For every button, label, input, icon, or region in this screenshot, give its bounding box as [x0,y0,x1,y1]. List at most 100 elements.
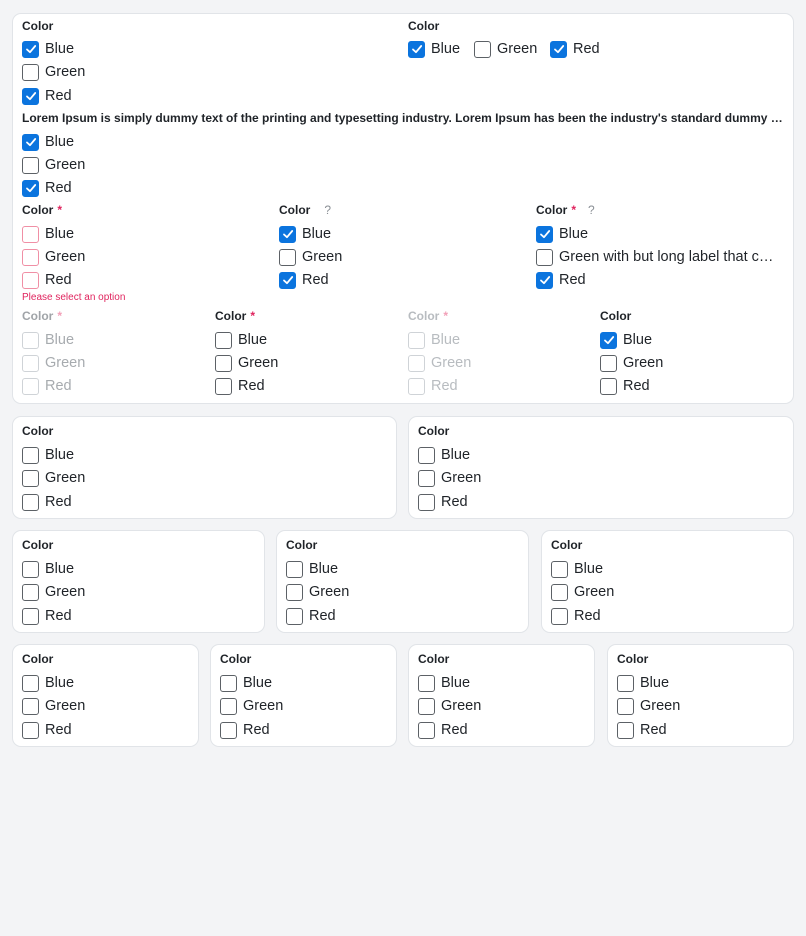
checkbox-unchecked-icon[interactable] [220,697,237,715]
checkbox-unchecked-icon[interactable] [286,607,303,625]
checkbox-unchecked-icon[interactable] [22,446,39,464]
checkbox-blue[interactable]: Blue [279,225,331,243]
checkbox-unchecked-icon[interactable] [418,697,435,715]
checkbox-unchecked-icon[interactable] [286,583,303,601]
checkbox-blue[interactable]: Blue [408,40,460,58]
checkbox-checked-icon[interactable] [600,331,617,349]
checkbox-blue[interactable]: Blue [551,560,603,578]
help-icon[interactable]: ? [324,202,331,218]
checkbox-checked-icon[interactable] [22,133,39,151]
checkbox-unchecked-icon[interactable] [22,607,39,625]
checkbox-blue[interactable]: Blue [536,225,588,243]
checkbox-green[interactable]: Green [22,697,85,715]
checkbox-unchecked-icon[interactable] [22,697,39,715]
checkbox-green[interactable]: Green [22,583,85,601]
checkbox-unchecked-icon[interactable] [617,674,634,692]
checkbox-checked-icon[interactable] [408,40,425,58]
checkbox-red[interactable]: Red [550,40,600,58]
checkbox-red[interactable]: Red [418,493,468,511]
checkbox-blue[interactable]: Blue [286,560,338,578]
checkbox-unchecked-icon[interactable] [418,674,435,692]
checkbox-blue[interactable]: Blue [22,133,74,151]
checkbox-red[interactable]: Red [551,607,601,625]
checkbox-checked-icon[interactable] [279,225,296,243]
checkbox-checked-icon[interactable] [22,87,39,105]
checkbox-checked-icon[interactable] [550,40,567,58]
checkbox-red[interactable]: Red [418,721,468,739]
checkbox-unchecked-icon[interactable] [22,469,39,487]
checkbox-red[interactable]: Red [22,607,72,625]
checkbox-green[interactable]: Green [474,40,537,58]
checkbox-green[interactable]: Green [286,583,349,601]
checkbox-unchecked-icon[interactable] [22,674,39,692]
checkbox-green[interactable]: Green [22,156,85,174]
checkbox-green[interactable]: Green [279,248,342,266]
help-icon[interactable]: ? [588,202,595,218]
checkbox-blue[interactable]: Blue [220,674,272,692]
checkbox-red[interactable]: Red [536,271,586,289]
checkbox-unchecked-icon[interactable] [474,40,491,58]
checkbox-unchecked-icon[interactable] [215,354,232,372]
checkbox-checked-icon[interactable] [22,179,39,197]
checkbox-red[interactable]: Red [215,377,265,395]
checkbox-blue[interactable]: Blue [22,674,74,692]
checkbox-unchecked-icon[interactable] [536,248,553,266]
checkbox-unchecked-icon[interactable] [418,721,435,739]
checkbox-blue[interactable]: Blue [418,674,470,692]
checkbox-green[interactable]: Green [22,248,85,266]
checkbox-green[interactable]: Green [22,469,85,487]
checkbox-unchecked-icon[interactable] [22,583,39,601]
checkbox-unchecked-icon[interactable] [22,721,39,739]
checkbox-checked-icon[interactable] [279,271,296,289]
checkbox-unchecked-icon[interactable] [418,469,435,487]
checkbox-unchecked-icon[interactable] [220,721,237,739]
checkbox-red[interactable]: Red [22,271,72,289]
checkbox-unchecked-icon[interactable] [286,560,303,578]
checkbox-unchecked-icon[interactable] [22,225,39,243]
checkbox-red[interactable]: Red [617,721,667,739]
checkbox-unchecked-icon[interactable] [22,248,39,266]
checkbox-blue[interactable]: Blue [22,560,74,578]
checkbox-unchecked-icon[interactable] [551,607,568,625]
checkbox-checked-icon[interactable] [22,40,39,58]
checkbox-unchecked-icon[interactable] [418,446,435,464]
checkbox-unchecked-icon[interactable] [551,560,568,578]
checkbox-unchecked-icon[interactable] [22,560,39,578]
checkbox-unchecked-icon[interactable] [22,493,39,511]
checkbox-unchecked-icon[interactable] [617,697,634,715]
checkbox-green-long[interactable]: Green with but long label that can be tr… [536,248,782,266]
checkbox-unchecked-icon[interactable] [22,63,39,81]
checkbox-green[interactable]: Green [22,63,85,81]
checkbox-red[interactable]: Red [22,179,72,197]
checkbox-blue[interactable]: Blue [617,674,669,692]
checkbox-unchecked-icon[interactable] [22,156,39,174]
checkbox-green[interactable]: Green [418,697,481,715]
checkbox-unchecked-icon[interactable] [22,271,39,289]
checkbox-unchecked-icon[interactable] [220,674,237,692]
checkbox-checked-icon[interactable] [536,225,553,243]
checkbox-red[interactable]: Red [22,493,72,511]
checkbox-green[interactable]: Green [220,697,283,715]
checkbox-green[interactable]: Green [617,697,680,715]
checkbox-blue[interactable]: Blue [22,225,74,243]
checkbox-unchecked-icon[interactable] [418,493,435,511]
checkbox-checked-icon[interactable] [536,271,553,289]
checkbox-green[interactable]: Green [551,583,614,601]
checkbox-blue[interactable]: Blue [22,40,74,58]
checkbox-blue[interactable]: Blue [22,446,74,464]
checkbox-red[interactable]: Red [22,721,72,739]
checkbox-unchecked-icon[interactable] [600,354,617,372]
checkbox-unchecked-icon[interactable] [551,583,568,601]
checkbox-unchecked-icon[interactable] [617,721,634,739]
checkbox-red[interactable]: Red [600,377,650,395]
checkbox-unchecked-icon[interactable] [215,377,232,395]
checkbox-red[interactable]: Red [286,607,336,625]
checkbox-green[interactable]: Green [418,469,481,487]
checkbox-unchecked-icon[interactable] [600,377,617,395]
checkbox-blue[interactable]: Blue [215,331,267,349]
checkbox-green[interactable]: Green [215,354,278,372]
checkbox-unchecked-icon[interactable] [215,331,232,349]
checkbox-blue[interactable]: Blue [418,446,470,464]
checkbox-blue[interactable]: Blue [600,331,652,349]
checkbox-green[interactable]: Green [600,354,663,372]
